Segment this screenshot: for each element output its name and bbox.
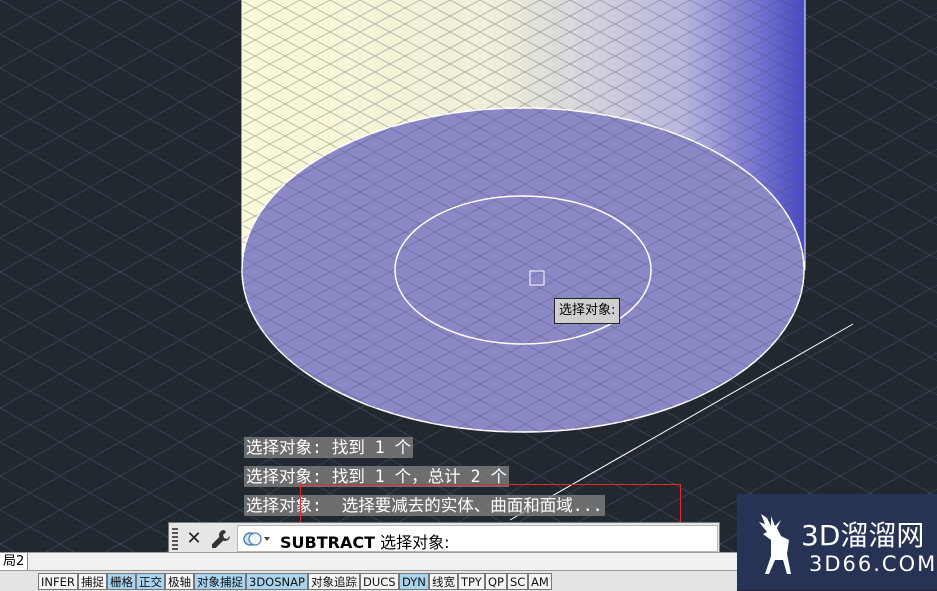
status-toggle-9[interactable]: DYN: [399, 573, 429, 590]
status-toggle-4[interactable]: 极轴: [165, 573, 194, 590]
site-watermark: 3D溜溜网 3D66.COM: [737, 494, 937, 590]
status-toggle-6[interactable]: 3DOSNAP: [246, 573, 308, 590]
status-toggle-11[interactable]: TPY: [458, 573, 485, 590]
status-toggle-14[interactable]: AM: [528, 573, 552, 590]
status-bar: INFER 捕捉 栅格 正交 极轴 对象捕捉 3DOSNAP 对象追踪 DUCS DYN 线宽 TPY…: [0, 570, 737, 591]
wrench-icon[interactable]: [209, 527, 233, 551]
command-line-bar: ✕ SUBTRACT 选择对象:: [168, 522, 720, 555]
status-toggle-8[interactable]: DUCS: [360, 573, 399, 590]
command-prompt: 选择对象:: [374, 533, 450, 552]
command-history-line: 选择对象: 找到 1 个: [244, 437, 414, 458]
status-toggle-7[interactable]: 对象追踪: [308, 573, 360, 590]
status-toggle-10[interactable]: 线宽: [429, 573, 458, 590]
status-toggle-12[interactable]: QP: [485, 573, 507, 590]
layout-tabs-bar: 局2: [0, 552, 737, 571]
recent-commands-dropdown-icon[interactable]: [242, 530, 274, 548]
watermark-site-name: 3D溜溜网: [801, 519, 925, 552]
drag-handle[interactable]: [172, 528, 178, 550]
tab-layout2[interactable]: 局2: [0, 553, 29, 570]
deer-logo-icon: [759, 514, 791, 574]
watermark-domain: 3D66.COM: [809, 552, 937, 576]
dynamic-input-tooltip: 选择对象:: [554, 298, 621, 324]
cylinder-bottom-face-hatch: [242, 108, 804, 432]
highlight-annotation-box: [300, 484, 681, 523]
command-prompt-text: SUBTRACT 选择对象:: [280, 529, 449, 553]
close-command-button[interactable]: ✕: [183, 527, 205, 551]
command-input[interactable]: SUBTRACT 选择对象:: [237, 525, 718, 552]
status-toggle-1[interactable]: 捕捉: [78, 573, 107, 590]
status-toggle-0[interactable]: INFER: [38, 573, 78, 590]
status-toggle-5[interactable]: 对象捕捉: [194, 573, 246, 590]
status-toggle-13[interactable]: SC: [507, 573, 529, 590]
command-name: SUBTRACT: [280, 533, 375, 552]
status-toggle-2[interactable]: 栅格: [107, 573, 136, 590]
status-toggle-3[interactable]: 正交: [136, 573, 165, 590]
